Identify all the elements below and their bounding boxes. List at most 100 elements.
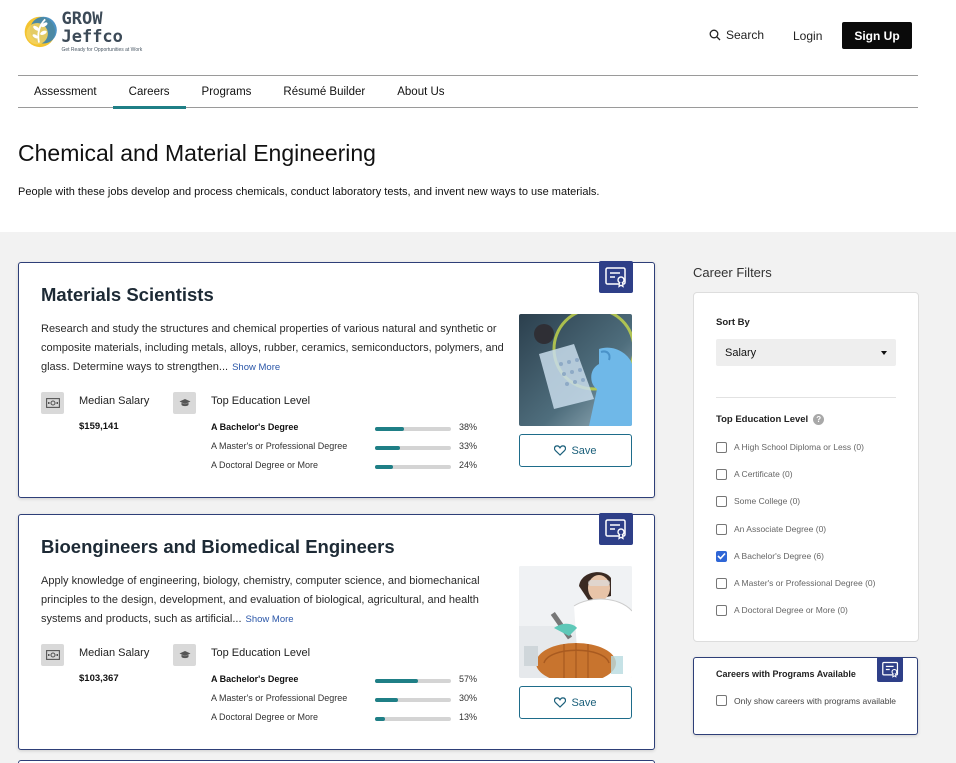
save-label: Save bbox=[571, 696, 597, 709]
education-name: A Doctoral Degree or More bbox=[211, 460, 319, 470]
education-filter-label-text: Top Education Level bbox=[716, 414, 809, 425]
certificate-icon bbox=[605, 267, 626, 288]
heart-icon bbox=[554, 697, 567, 708]
education-bar bbox=[375, 698, 451, 702]
education-name: A Master's or Professional Degree bbox=[211, 441, 348, 451]
education-name: A Doctoral Degree or More bbox=[211, 712, 319, 722]
education-pct: 13% bbox=[459, 712, 478, 722]
sort-value: Salary bbox=[725, 346, 757, 359]
page-description: People with these jobs develop and proce… bbox=[18, 186, 600, 198]
career-description: Research and study the structures and ch… bbox=[41, 320, 511, 377]
salary-value: $103,367 bbox=[79, 673, 119, 684]
filters-title: Career Filters bbox=[693, 265, 772, 280]
education-bar-fill bbox=[375, 465, 394, 469]
education-row: A Bachelor's Degree 57% bbox=[211, 674, 491, 686]
salary-label: Median Salary bbox=[79, 395, 150, 407]
education-filter-label: Top Education Level ? bbox=[716, 414, 825, 425]
programs-badge[interactable] bbox=[599, 513, 633, 545]
career-title[interactable]: Bioengineers and Biomedical Engineers bbox=[41, 536, 395, 558]
career-image bbox=[519, 314, 632, 426]
nav-careers[interactable]: Careers bbox=[112, 76, 186, 109]
login-link[interactable]: Login bbox=[793, 29, 822, 43]
save-button[interactable]: Save bbox=[519, 434, 632, 467]
education-bar-fill bbox=[375, 698, 398, 702]
salary-value: $159,141 bbox=[79, 421, 119, 432]
site-logo[interactable]: GROW Jeffco Get Ready for Opportunities … bbox=[22, 8, 162, 54]
checkbox[interactable] bbox=[716, 523, 727, 535]
checkbox[interactable] bbox=[716, 495, 727, 507]
education-bar bbox=[375, 679, 451, 683]
education-row: A Master's or Professional Degree 30% bbox=[211, 693, 491, 705]
checkbox[interactable] bbox=[716, 604, 727, 616]
heart-icon bbox=[554, 445, 567, 456]
programs-filter-title: Careers with Programs Available bbox=[716, 669, 856, 679]
education-bar bbox=[375, 446, 451, 450]
search-label: Search bbox=[726, 28, 765, 42]
career-card[interactable]: Materials Scientists Research and study … bbox=[18, 261, 655, 498]
page-title: Chemical and Material Engineering bbox=[18, 140, 376, 166]
money-icon bbox=[41, 644, 64, 666]
education-option[interactable]: A Certificate (0) bbox=[716, 467, 793, 481]
education-pct: 33% bbox=[459, 441, 478, 451]
logo-title: GROW Jeffco bbox=[61, 8, 123, 47]
education-name: A Bachelor's Degree bbox=[211, 674, 299, 684]
education-pct: 24% bbox=[459, 460, 478, 470]
career-description: Apply knowledge of engineering, biology,… bbox=[41, 572, 511, 629]
education-name: A Master's or Professional Degree bbox=[211, 693, 348, 703]
education-row: A Master's or Professional Degree 33% bbox=[211, 441, 491, 453]
search-button[interactable]: Search bbox=[709, 28, 764, 42]
option-label: A Master's or Professional Degree (0) bbox=[734, 578, 876, 588]
checkbox[interactable] bbox=[716, 695, 727, 706]
education-row: A Doctoral Degree or More 13% bbox=[211, 712, 491, 724]
education-option[interactable]: Some College (0) bbox=[716, 494, 800, 508]
nav-about-us[interactable]: About Us bbox=[381, 76, 460, 107]
checkbox[interactable] bbox=[716, 468, 727, 480]
checkbox-checked[interactable] bbox=[716, 550, 727, 562]
programs-badge[interactable] bbox=[599, 261, 633, 293]
education-option[interactable]: A Bachelor's Degree (6) bbox=[716, 549, 824, 563]
education-option[interactable]: A Master's or Professional Degree (0) bbox=[716, 576, 875, 590]
money-icon bbox=[41, 392, 64, 414]
programs-badge bbox=[877, 657, 903, 682]
nav-assessment[interactable]: Assessment bbox=[18, 76, 113, 107]
main-nav: Assessment Careers Programs Résumé Build… bbox=[18, 75, 918, 109]
education-label: Top Education Level bbox=[211, 647, 311, 659]
education-bar-fill bbox=[375, 679, 419, 683]
education-label: Top Education Level bbox=[211, 395, 311, 407]
sort-label: Sort By bbox=[716, 317, 750, 328]
programs-filter-panel: Careers with Programs Available Only sho… bbox=[693, 657, 918, 735]
education-bar-fill bbox=[375, 446, 401, 450]
education-option[interactable]: A High School Diploma or Less (0) bbox=[716, 440, 864, 454]
salary-label: Median Salary bbox=[79, 647, 150, 659]
nav-programs[interactable]: Programs bbox=[186, 76, 268, 107]
show-more-link[interactable]: Show More bbox=[232, 362, 280, 373]
education-row: A Bachelor's Degree 38% bbox=[211, 422, 491, 434]
signup-button[interactable]: Sign Up bbox=[842, 22, 912, 49]
education-bar-fill bbox=[375, 717, 385, 721]
certificate-icon bbox=[605, 519, 626, 540]
nav-resume-builder[interactable]: Résumé Builder bbox=[267, 76, 381, 107]
career-card[interactable]: Bioengineers and Biomedical Engineers Ap… bbox=[18, 513, 655, 750]
caret-down-icon bbox=[881, 351, 887, 355]
checkbox[interactable] bbox=[716, 441, 727, 453]
option-label: A High School Diploma or Less (0) bbox=[734, 442, 864, 452]
checkbox[interactable] bbox=[716, 577, 727, 589]
education-option[interactable]: A Doctoral Degree or More (0) bbox=[716, 603, 848, 617]
option-label: A Doctoral Degree or More (0) bbox=[734, 605, 848, 615]
save-button[interactable]: Save bbox=[519, 686, 632, 719]
divider bbox=[716, 397, 896, 398]
option-label: A Certificate (0) bbox=[734, 469, 793, 479]
programs-option-label: Only show careers with programs availabl… bbox=[734, 695, 897, 706]
sort-select[interactable]: Salary bbox=[716, 339, 896, 366]
show-more-link[interactable]: Show More bbox=[246, 614, 294, 625]
education-pct: 57% bbox=[459, 674, 478, 684]
education-pct: 30% bbox=[459, 693, 478, 703]
career-title[interactable]: Materials Scientists bbox=[41, 284, 214, 306]
education-option[interactable]: An Associate Degree (0) bbox=[716, 522, 826, 536]
option-label: An Associate Degree (0) bbox=[734, 524, 827, 534]
programs-option[interactable]: Only show careers with programs availabl… bbox=[716, 695, 896, 706]
checkmark-icon bbox=[717, 552, 726, 560]
education-bar bbox=[375, 717, 451, 721]
career-image bbox=[519, 566, 632, 678]
help-icon[interactable]: ? bbox=[813, 414, 825, 425]
